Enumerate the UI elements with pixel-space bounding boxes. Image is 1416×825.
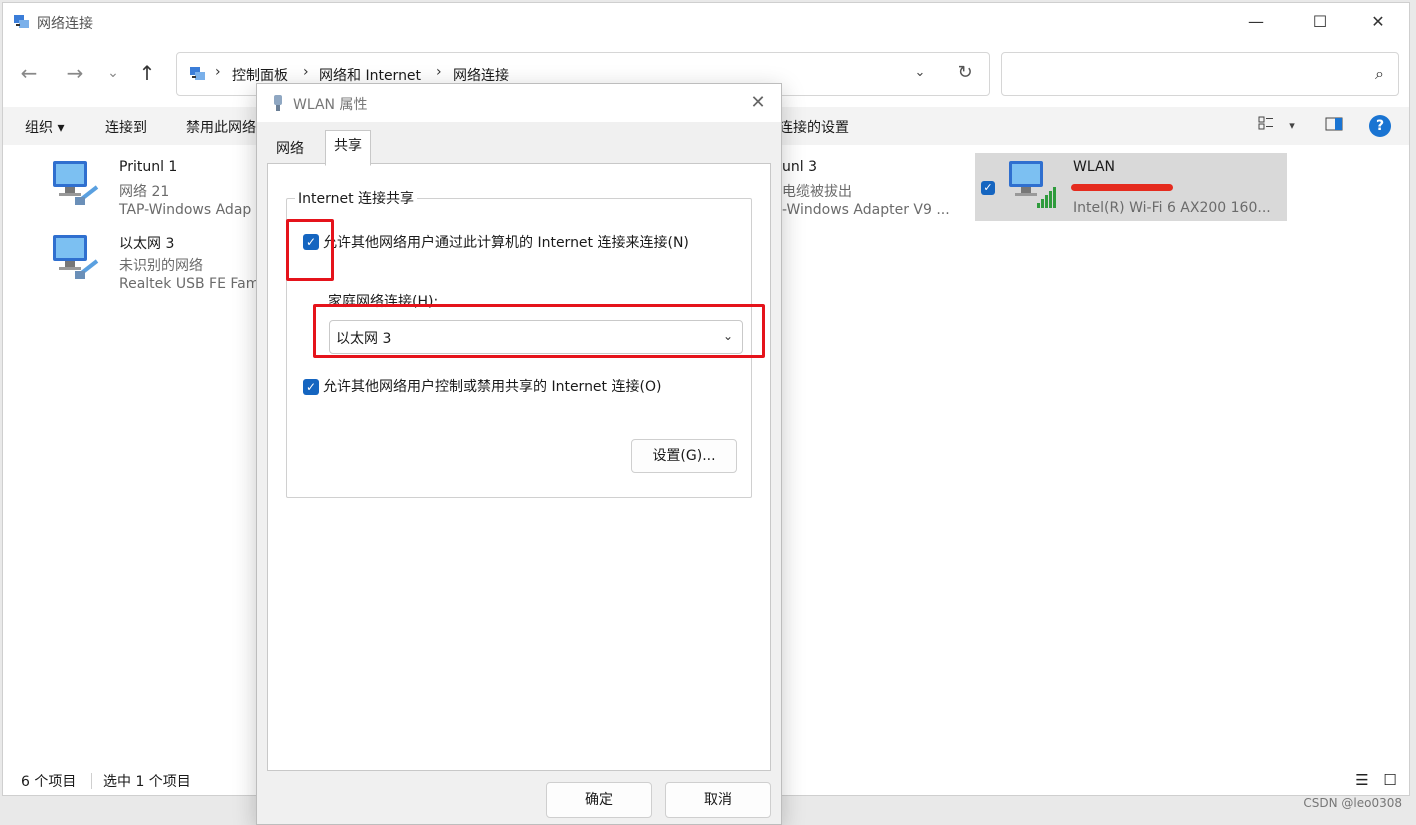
breadcrumb-separator: › [303, 64, 309, 80]
item-count: 6 个项目 [21, 774, 77, 790]
redaction-mark [1071, 184, 1173, 191]
cancel-button[interactable]: 取消 [665, 782, 771, 818]
wifi-adapter-icon [1009, 161, 1056, 208]
wlan-properties-dialog: WLAN 属性 ✕ 网络 共享 Internet 连接共享 ✓ 允许其他网络用户… [256, 83, 782, 825]
allow-sharing-label[interactable]: 允许其他网络用户通过此计算机的 Internet 连接来连接(N) [323, 232, 689, 252]
dialog-title-bar: WLAN 属性 ✕ [257, 84, 781, 122]
tab-network[interactable]: 网络 [267, 134, 313, 164]
window-title: 网络连接 [37, 16, 93, 32]
network-adapter-icon [274, 95, 282, 111]
connection-status: 电缆被拔出 [782, 184, 852, 200]
minimize-button[interactable]: — [1243, 11, 1269, 33]
tab-sharing[interactable]: 共享 [325, 130, 371, 166]
annotation-highlight-checkbox [286, 219, 334, 281]
connection-item-pritunl[interactable]: Pritunl 1 网络 21 TAP-Windows Adap [49, 155, 269, 223]
dialog-close-icon[interactable]: ✕ [747, 92, 769, 114]
ics-group-title: Internet 连接共享 [295, 188, 418, 208]
up-arrow-icon[interactable]: ↑ [135, 61, 159, 85]
control-panel-icon [190, 67, 205, 80]
network-folder-icon [14, 15, 29, 28]
back-arrow-icon[interactable]: ← [17, 61, 41, 85]
breadcrumb-network-connections[interactable]: 网络连接 [453, 65, 509, 85]
allow-control-label[interactable]: 允许其他网络用户控制或禁用共享的 Internet 连接(O) [323, 376, 661, 396]
connection-device: Realtek USB FE Fam [119, 276, 260, 292]
allow-control-checkbox[interactable]: ✓ [303, 379, 319, 395]
sharing-tab-panel: Internet 连接共享 ✓ 允许其他网络用户通过此计算机的 Internet… [267, 163, 771, 771]
ethernet-adapter-icon [53, 161, 99, 205]
ethernet-adapter-icon [53, 235, 99, 279]
forward-arrow-icon[interactable]: → [63, 61, 87, 85]
search-icon[interactable]: ⌕ [1375, 64, 1384, 84]
connection-name: 以太网 3 [119, 236, 175, 252]
connection-name: WLAN [1073, 159, 1116, 175]
details-view-icon[interactable]: ☰ [1353, 771, 1371, 789]
chevron-down-icon[interactable]: ⌄ [909, 62, 931, 84]
connection-name: unl 3 [782, 159, 817, 175]
search-input[interactable]: ⌕ [1001, 52, 1399, 96]
large-icons-view-icon[interactable]: ☐ [1381, 771, 1399, 789]
connection-item-wlan[interactable]: ✓ WLAN Intel(R) Wi-Fi 6 AX200 160... [975, 153, 1287, 221]
connection-status: 网络 21 [119, 184, 170, 200]
preview-pane-icon[interactable] [1323, 115, 1345, 137]
breadcrumb-control-panel[interactable]: 控制面板 [232, 65, 288, 85]
status-divider [91, 773, 92, 789]
item-checkbox[interactable]: ✓ [981, 181, 995, 195]
refresh-icon[interactable]: ↻ [953, 61, 977, 85]
change-settings-button[interactable]: 连接的设置 [779, 117, 849, 137]
view-dropdown-icon[interactable]: ▾ [1281, 115, 1303, 137]
help-icon[interactable]: ? [1369, 115, 1391, 137]
maximize-button[interactable]: ☐ [1307, 11, 1333, 33]
settings-button[interactable]: 设置(G)... [631, 439, 737, 473]
selected-count: 选中 1 个项目 [103, 774, 191, 790]
recent-locations-icon[interactable]: ⌄ [101, 61, 125, 85]
breadcrumb-network-internet[interactable]: 网络和 Internet [319, 65, 421, 85]
ok-button[interactable]: 确定 [546, 782, 652, 818]
organize-menu[interactable]: 组织 ▾ [25, 117, 64, 137]
connection-device: Intel(R) Wi-Fi 6 AX200 160... [1073, 200, 1271, 216]
connection-name: Pritunl 1 [119, 159, 178, 175]
connection-device: -Windows Adapter V9 ... [782, 202, 950, 218]
annotation-highlight-select [313, 304, 765, 358]
connection-device: TAP-Windows Adap [119, 202, 252, 218]
view-grid-icon [1258, 116, 1273, 130]
breadcrumb-separator: › [436, 64, 442, 80]
connect-to-button[interactable]: 连接到 [105, 117, 147, 137]
view-options-icon[interactable] [1255, 115, 1277, 137]
preview-pane-glyph [1325, 117, 1343, 131]
title-bar: 网络连接 — ☐ ✕ [3, 3, 1409, 41]
connection-item-ethernet-3[interactable]: 以太网 3 未识别的网络 Realtek USB FE Fam [49, 229, 269, 297]
close-button[interactable]: ✕ [1365, 11, 1391, 33]
disable-device-button[interactable]: 禁用此网络 [186, 117, 256, 137]
connection-item-pritunl-3[interactable]: unl 3 电缆被拔出 -Windows Adapter V9 ... [782, 155, 972, 223]
dialog-title: WLAN 属性 [293, 97, 368, 113]
breadcrumb-separator: › [215, 64, 221, 80]
connection-status: 未识别的网络 [119, 258, 203, 274]
watermark: CSDN @leo0308 [1303, 796, 1402, 810]
